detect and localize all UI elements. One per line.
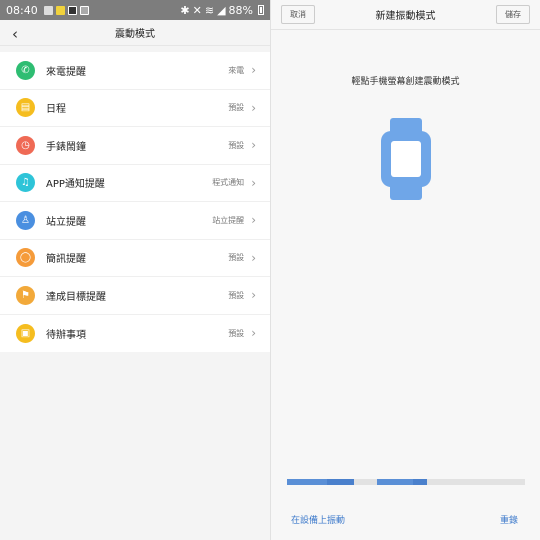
pattern-segment bbox=[287, 479, 328, 485]
save-button[interactable]: 儲存 bbox=[496, 5, 530, 24]
item-value: 預設 bbox=[228, 328, 245, 338]
chevron-right-icon: › bbox=[251, 288, 256, 303]
item-value: 預設 bbox=[228, 290, 245, 300]
vibration-mode-panel: 08:40 ✱ ✕ ≋ ◢ 88% ‹ 震動模式 ✆ 來電提醒 來電 › ▤ 日… bbox=[0, 0, 270, 540]
item-value: 來電 bbox=[228, 65, 245, 75]
item-label: 站立提醒 bbox=[46, 216, 86, 228]
chevron-right-icon: › bbox=[251, 63, 256, 78]
list-item-todo[interactable]: ▣ 待辦事項 預設 › bbox=[0, 315, 270, 353]
vibration-list: ✆ 來電提醒 來電 › ▤ 日程 預設 › ◷ 手錶鬧鐘 預設 › ♫ APP通… bbox=[0, 52, 270, 352]
nav-bar: ‹ 震動模式 bbox=[0, 20, 270, 46]
vibration-pattern-track bbox=[287, 479, 525, 485]
list-item-goal[interactable]: ⚑ 達成目標提醒 預設 › bbox=[0, 277, 270, 315]
item-label: 待辦事項 bbox=[46, 329, 86, 341]
goal-flag-icon: ⚑ bbox=[16, 285, 35, 305]
list-item-stand-reminder[interactable]: ♙ 站立提醒 站立提醒 › bbox=[0, 202, 270, 240]
wifi-icon: ≋ bbox=[204, 3, 215, 17]
list-item-sms[interactable]: ◯ 簡訊提醒 預設 › bbox=[0, 240, 270, 277]
page-title: 震動模式 bbox=[115, 29, 155, 40]
tap-hint: 輕點手機螢幕創建震動模式 bbox=[351, 77, 460, 87]
item-label: 日程 bbox=[46, 104, 66, 116]
watch-face bbox=[381, 131, 431, 187]
chevron-right-icon: › bbox=[251, 100, 256, 115]
todo-icon: ▣ bbox=[16, 323, 35, 343]
list-item-watch-alarm[interactable]: ◷ 手錶鬧鐘 預設 › bbox=[0, 127, 270, 165]
phone-icon: ✆ bbox=[16, 60, 35, 80]
item-label: 來電提醒 bbox=[46, 66, 86, 78]
chevron-right-icon: › bbox=[251, 250, 256, 265]
calendar-icon: ▤ bbox=[16, 98, 35, 118]
watch-strap-top bbox=[390, 118, 422, 132]
status-right: ✱ ✕ ≋ ◢ 88% bbox=[180, 4, 264, 17]
status-bar: 08:40 ✱ ✕ ≋ ◢ 88% bbox=[0, 0, 270, 20]
notification-icon bbox=[43, 5, 53, 15]
item-label: 簡訊提醒 bbox=[46, 254, 86, 266]
reset-link[interactable]: 重錄 bbox=[500, 513, 518, 526]
chevron-right-icon: › bbox=[251, 213, 256, 228]
chevron-right-icon: › bbox=[251, 326, 256, 341]
pattern-segment bbox=[413, 479, 428, 485]
app-icon-yellow bbox=[55, 5, 65, 15]
item-value: 預設 bbox=[228, 140, 245, 150]
pattern-segment bbox=[377, 479, 414, 485]
watch-screen bbox=[391, 141, 421, 177]
chevron-right-icon: › bbox=[251, 138, 256, 153]
bluetooth-icon: ✱ bbox=[180, 3, 190, 17]
person-standing-icon: ♙ bbox=[16, 210, 35, 230]
item-label: 手錶鬧鐘 bbox=[46, 141, 86, 153]
bell-icon: ♫ bbox=[16, 173, 35, 193]
list-item-incoming-call[interactable]: ✆ 來電提醒 來電 › bbox=[0, 52, 270, 90]
pattern-segment bbox=[327, 479, 354, 485]
watch-strap-bottom bbox=[390, 186, 422, 200]
message-icon: ◯ bbox=[16, 248, 35, 268]
vibrate-on-device-link[interactable]: 在設備上振動 bbox=[291, 513, 345, 526]
signal-icon: ◢ bbox=[217, 3, 226, 17]
battery-icon bbox=[258, 5, 264, 15]
watch-icon[interactable] bbox=[381, 118, 431, 200]
image-icon bbox=[79, 5, 89, 15]
dialog-header: 取消 新建振動模式 儲存 bbox=[271, 0, 540, 30]
back-arrow-icon[interactable]: ‹ bbox=[12, 25, 18, 43]
list-item-schedule[interactable]: ▤ 日程 預設 › bbox=[0, 90, 270, 127]
new-vibration-panel: 取消 新建振動模式 儲存 輕點手機螢幕創建震動模式 在設備上振動 重錄 bbox=[270, 0, 540, 540]
status-time: 08:40 bbox=[6, 3, 38, 17]
item-value: 預設 bbox=[228, 253, 245, 263]
screen-root: 08:40 ✱ ✕ ≋ ◢ 88% ‹ 震動模式 ✆ 來電提醒 來電 › ▤ 日… bbox=[0, 0, 540, 540]
list-item-app-notification[interactable]: ♫ APP通知提醒 程式通知 › bbox=[0, 165, 270, 202]
battery-percent: 88% bbox=[228, 3, 253, 17]
item-value: 站立提醒 bbox=[212, 215, 245, 225]
chevron-right-icon: › bbox=[251, 175, 256, 190]
item-value: 預設 bbox=[228, 103, 245, 113]
item-label: APP通知提醒 bbox=[46, 179, 105, 191]
dialog-title: 新建振動模式 bbox=[375, 11, 436, 22]
app-icon-dark bbox=[67, 5, 77, 15]
item-value: 程式通知 bbox=[212, 178, 245, 188]
mute-icon: ✕ bbox=[192, 3, 202, 17]
alarm-clock-icon: ◷ bbox=[16, 135, 35, 155]
cancel-button[interactable]: 取消 bbox=[281, 5, 315, 24]
item-label: 達成目標提醒 bbox=[46, 291, 106, 303]
